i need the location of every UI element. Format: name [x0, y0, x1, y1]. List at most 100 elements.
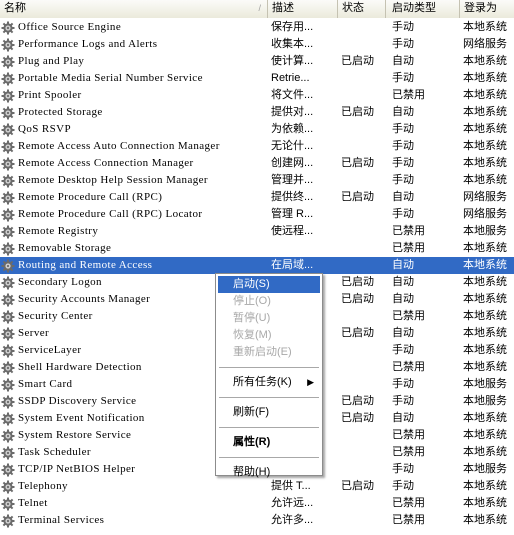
gear-icon — [1, 123, 15, 136]
service-status — [338, 206, 386, 223]
service-description: 提供对... — [271, 106, 314, 118]
service-name: Task Scheduler — [18, 446, 91, 458]
gear-icon — [1, 378, 15, 391]
service-description: 管理并... — [271, 174, 314, 186]
service-startup-type: 手动 — [392, 395, 414, 407]
service-logon-as: 本地系统 — [463, 259, 507, 271]
service-row[interactable]: Removable Storage 已禁用 本地系统 — [0, 240, 514, 257]
gear-icon — [1, 480, 15, 493]
service-status — [338, 138, 386, 155]
gear-icon — [1, 242, 15, 255]
service-row[interactable]: Remote Procedure Call (RPC) Locator 管理 R.… — [0, 206, 514, 223]
menu-item: 暂停(U) — [218, 310, 320, 327]
menu-item[interactable]: 所有任务(K) ▶ — [218, 374, 320, 391]
service-logon-as: 本地系统 — [463, 140, 507, 152]
gear-icon — [1, 21, 15, 34]
service-row[interactable]: QoS RSVP 为依赖... 手动 本地系统 — [0, 121, 514, 138]
gear-icon — [1, 327, 15, 340]
service-description: 允许远... — [271, 497, 314, 509]
service-row[interactable]: Telnet 允许远... 已禁用 本地系统 — [0, 495, 514, 512]
column-header-name[interactable]: 名称 / — [0, 0, 268, 18]
gear-icon — [1, 310, 15, 323]
service-description: 使计算... — [271, 55, 314, 67]
service-name: Security Center — [18, 310, 93, 322]
service-name: Portable Media Serial Number Service — [18, 72, 203, 84]
gear-icon — [1, 429, 15, 442]
service-logon-as: 本地系统 — [463, 242, 507, 254]
column-header-description[interactable]: 描述 — [268, 0, 338, 18]
service-name: Protected Storage — [18, 106, 103, 118]
service-row[interactable]: Performance Logs and Alerts 收集本... 手动 网络服务 — [0, 36, 514, 53]
service-status: 已启动 — [341, 157, 374, 169]
service-logon-as: 本地系统 — [463, 497, 507, 509]
service-description: 为依赖... — [271, 123, 314, 135]
service-status — [338, 87, 386, 104]
service-name-cell: Terminal Services — [0, 512, 268, 529]
service-name-cell: Protected Storage — [0, 104, 268, 121]
menu-item[interactable]: 属性(R) — [218, 434, 320, 451]
menu-item-label: 恢复(M) — [233, 329, 272, 341]
menu-item: 恢复(M) — [218, 327, 320, 344]
column-header-startup-type[interactable]: 启动类型 — [386, 0, 460, 18]
service-row[interactable]: Office Source Engine 保存用... 手动 本地系统 — [0, 19, 514, 36]
service-logon-as: 本地系统 — [463, 106, 507, 118]
service-status — [338, 257, 386, 274]
service-status: 已启动 — [341, 293, 374, 305]
service-logon-as: 本地服务 — [463, 395, 507, 407]
service-row[interactable]: Routing and Remote Access 在局域... 自动 本地系统 — [0, 257, 514, 274]
menu-item-label: 所有任务(K) — [233, 376, 292, 388]
service-row[interactable]: Plug and Play 使计算... 已启动 自动 本地系统 — [0, 53, 514, 70]
service-description: 收集本... — [271, 38, 314, 50]
service-name: Performance Logs and Alerts — [18, 38, 158, 50]
service-status — [338, 36, 386, 53]
gear-icon — [1, 276, 15, 289]
column-header-status[interactable]: 状态 — [338, 0, 386, 18]
service-row[interactable]: Print Spooler 将文件... 已禁用 本地系统 — [0, 87, 514, 104]
service-row[interactable]: Remote Access Auto Connection Manager 无论什… — [0, 138, 514, 155]
menu-item-label: 暂停(U) — [233, 312, 271, 324]
service-status — [338, 359, 386, 376]
service-name: Terminal Services — [18, 514, 105, 526]
gear-icon — [1, 412, 15, 425]
gear-icon — [1, 191, 15, 204]
service-description: 将文件... — [271, 89, 314, 101]
service-logon-as: 网络服务 — [463, 208, 507, 220]
menu-separator — [219, 427, 319, 428]
service-description: 创建网... — [271, 157, 314, 169]
menu-item-label: 帮助(H) — [233, 466, 271, 478]
gear-icon — [1, 259, 15, 272]
gear-icon — [1, 497, 15, 510]
service-startup-type: 自动 — [392, 55, 414, 67]
chevron-right-icon: ▶ — [307, 377, 314, 387]
service-row[interactable]: Remote Desktop Help Session Manager 管理并..… — [0, 172, 514, 189]
service-row[interactable]: Remote Access Connection Manager 创建网... 已启… — [0, 155, 514, 172]
service-row[interactable]: Remote Registry 使远程... 已禁用 本地服务 — [0, 223, 514, 240]
service-row[interactable]: Terminal Services 允许多... 已禁用 本地系统 — [0, 512, 514, 529]
service-row[interactable]: Remote Procedure Call (RPC) 提供终... 已启动 自动 网络… — [0, 189, 514, 206]
menu-item[interactable]: 启动(S) — [218, 276, 320, 293]
service-name-cell: Remote Procedure Call (RPC) — [0, 189, 268, 206]
service-name-cell: Remote Access Connection Manager — [0, 155, 268, 172]
service-name-cell: Office Source Engine — [0, 19, 268, 36]
menu-separator — [219, 367, 319, 368]
service-startup-type: 自动 — [392, 276, 414, 288]
service-status — [338, 444, 386, 461]
menu-item[interactable]: 刷新(F) — [218, 404, 320, 421]
gear-icon — [1, 293, 15, 306]
service-name: Remote Procedure Call (RPC) — [18, 191, 163, 203]
gear-icon — [1, 344, 15, 357]
service-logon-as: 本地服务 — [463, 225, 507, 237]
service-status: 已启动 — [341, 106, 374, 118]
menu-item[interactable]: 帮助(H) — [218, 464, 320, 481]
service-name: Office Source Engine — [18, 21, 122, 33]
gear-icon — [1, 395, 15, 408]
service-row[interactable]: Protected Storage 提供对... 已启动 自动 本地系统 — [0, 104, 514, 121]
column-header-logon-as[interactable]: 登录为 — [460, 0, 514, 18]
service-description: 在局域... — [271, 259, 314, 271]
service-name: Remote Desktop Help Session Manager — [18, 174, 208, 186]
column-header-status-label: 状态 — [342, 2, 364, 14]
gear-icon — [1, 514, 15, 527]
service-name: Telnet — [18, 497, 48, 509]
service-startup-type: 手动 — [392, 140, 414, 152]
service-row[interactable]: Portable Media Serial Number Service Retr… — [0, 70, 514, 87]
